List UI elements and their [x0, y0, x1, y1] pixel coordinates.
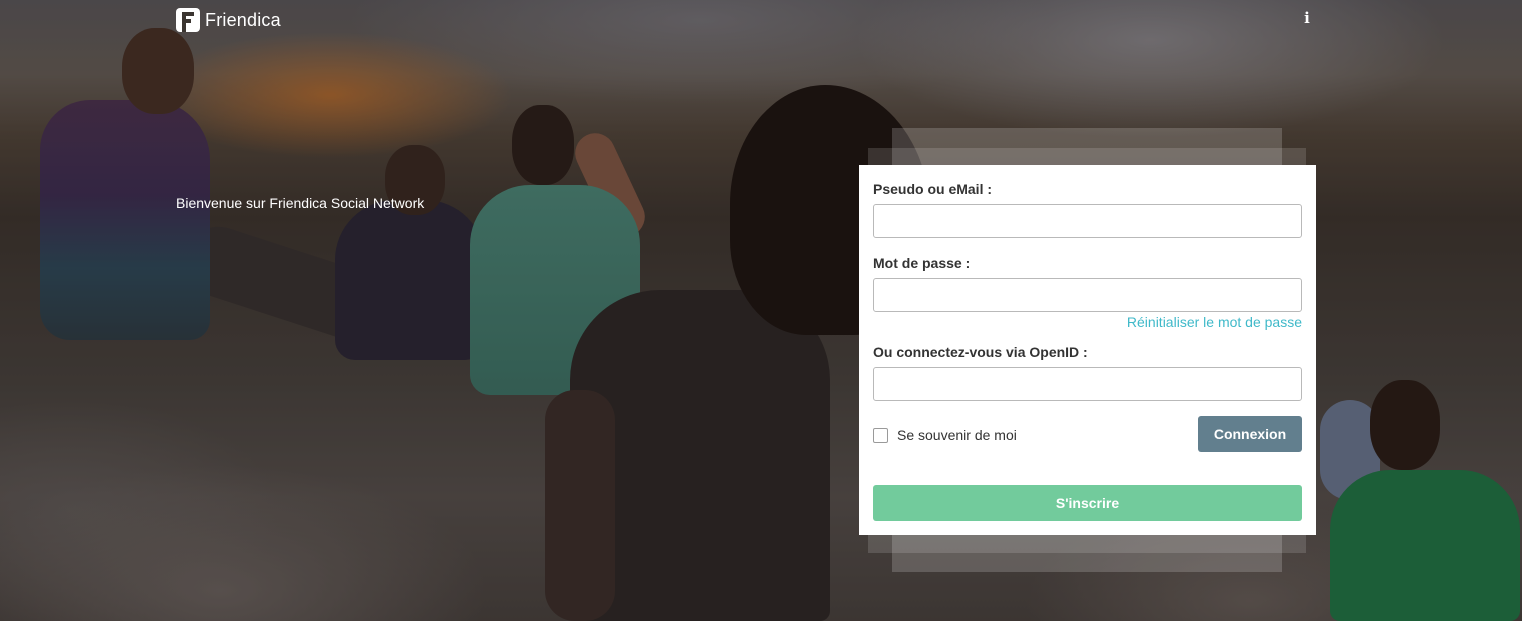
- login-form: Pseudo ou eMail : Mot de passe : Réiniti…: [859, 165, 1316, 535]
- register-button[interactable]: S'inscrire: [873, 485, 1302, 521]
- username-input[interactable]: [873, 204, 1302, 238]
- username-label: Pseudo ou eMail :: [873, 181, 993, 197]
- top-navbar: Friendica i: [0, 0, 1522, 40]
- remember-me-checkbox[interactable]: [873, 427, 888, 443]
- brand-name: Friendica: [205, 9, 281, 30]
- openid-input[interactable]: [873, 367, 1302, 401]
- remember-me-label: Se souvenir de moi: [897, 427, 1017, 443]
- remember-me[interactable]: Se souvenir de moi: [873, 427, 1017, 443]
- password-label: Mot de passe :: [873, 255, 971, 271]
- openid-label: Ou connectez-vous via OpenID :: [873, 344, 1088, 360]
- login-button[interactable]: Connexion: [1198, 416, 1302, 452]
- reset-password-link[interactable]: Réinitialiser le mot de passe: [1127, 314, 1302, 330]
- brand-home-link[interactable]: Friendica: [176, 8, 281, 32]
- welcome-text: Bienvenue sur Friendica Social Network: [176, 195, 425, 211]
- info-icon[interactable]: i: [1301, 9, 1313, 29]
- password-input[interactable]: [873, 278, 1302, 312]
- friendica-logo-icon: [176, 8, 200, 32]
